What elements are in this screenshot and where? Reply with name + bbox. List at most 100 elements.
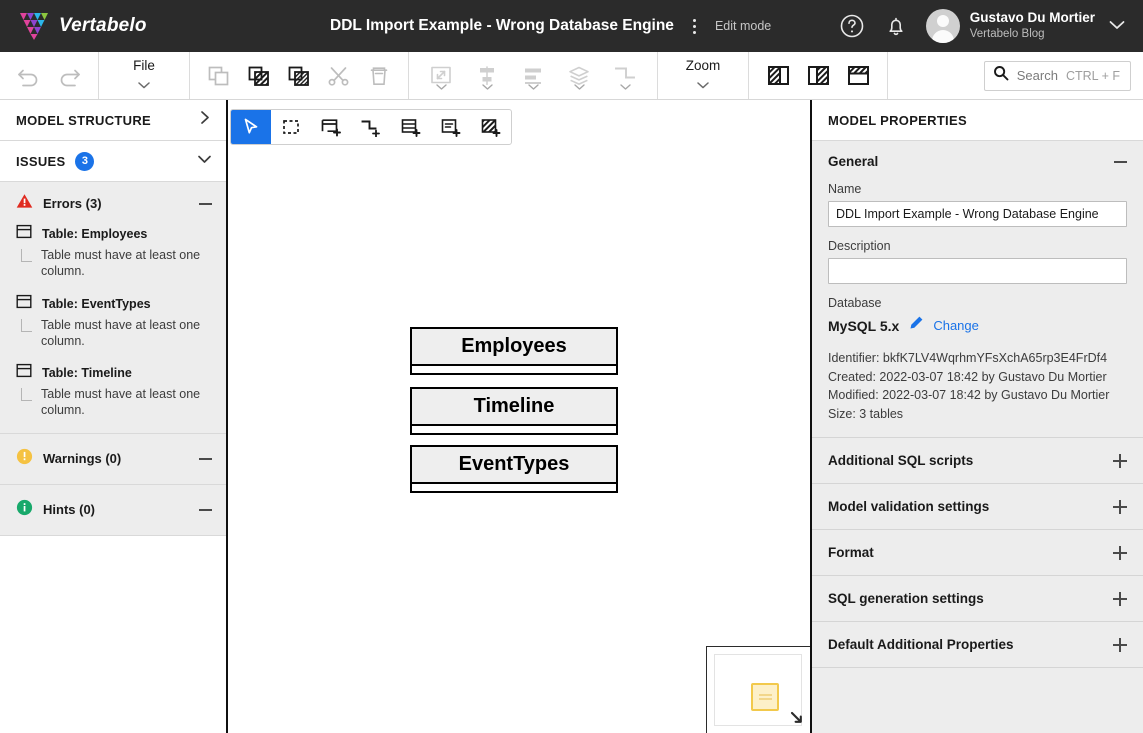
panel-right-icon[interactable] (798, 53, 838, 99)
chevron-down-icon (527, 77, 539, 95)
chevron-right-icon (199, 110, 212, 130)
undo-icon[interactable] (9, 53, 49, 99)
tool-marquee-select[interactable] (271, 110, 311, 144)
align-horizontal-icon[interactable] (510, 53, 556, 99)
list-item[interactable]: Table: EventTypes Table must have at lea… (0, 294, 226, 364)
section-format[interactable]: Format (812, 529, 1143, 575)
section-list-bottom-divider (812, 667, 1143, 668)
section-additional-sql-scripts[interactable]: Additional SQL scripts (812, 437, 1143, 483)
minus-icon[interactable] (199, 508, 212, 511)
table-columns-area (412, 484, 616, 491)
diagram-canvas[interactable]: Employees Timeline EventTypes (228, 100, 810, 733)
section-sql-generation-settings[interactable]: SQL generation settings (812, 575, 1143, 621)
list-item[interactable]: Table: Employees Table must have at leas… (0, 224, 226, 294)
connector-line-icon[interactable] (602, 53, 648, 99)
issue-description-row: Table must have at least one column. (16, 247, 212, 294)
tool-add-table[interactable] (311, 110, 351, 144)
chevron-down-icon (435, 77, 447, 95)
pencil-icon[interactable] (908, 315, 924, 336)
diagram-table-timeline[interactable]: Timeline (410, 387, 618, 435)
brand[interactable]: Vertabelo (0, 11, 330, 41)
vertabelo-logo-icon (18, 11, 50, 41)
minus-icon[interactable] (199, 457, 212, 460)
paste-icon[interactable] (239, 53, 279, 99)
chevron-down-icon[interactable] (1095, 17, 1135, 35)
more-vertical-icon[interactable] (688, 15, 701, 38)
paste-special-icon[interactable] (279, 53, 319, 99)
resize-icon[interactable] (418, 53, 464, 99)
model-identifier: Identifier: bkfK7LV4WqrhmYFsXchA65rp3E4F… (828, 351, 1108, 365)
align-vertical-icon[interactable] (464, 53, 510, 99)
chevron-down-icon (619, 77, 631, 95)
model-structure-label: MODEL STRUCTURE (16, 112, 151, 128)
plus-icon[interactable] (1113, 453, 1127, 468)
warnings-group-label: Warnings (0) (43, 451, 122, 466)
errors-group-header[interactable]: Errors (3) (0, 182, 226, 224)
tree-elbow-icon (21, 388, 32, 401)
chevron-down-icon (197, 152, 212, 170)
warnings-group-header[interactable]: Warnings (0) (0, 434, 226, 484)
list-item[interactable]: Table: Timeline Table must have at least… (0, 363, 226, 433)
resize-arrow-icon[interactable] (789, 710, 804, 730)
section-title: Format (828, 545, 874, 560)
file-menu-button[interactable]: File (108, 53, 180, 99)
tool-add-reference[interactable] (351, 110, 391, 144)
plus-icon[interactable] (1113, 637, 1127, 652)
panel-top-icon[interactable] (838, 53, 878, 99)
issue-description-row: Table must have at least one column. (16, 386, 212, 433)
section-general-title: General (828, 154, 879, 169)
section-general-header[interactable]: General (812, 141, 1143, 182)
sidebar-item-issues[interactable]: ISSUES 3 (0, 141, 226, 182)
database-label: Database (828, 296, 882, 310)
sidebar-item-model-structure[interactable]: MODEL STRUCTURE (0, 100, 226, 141)
hints-group-header[interactable]: Hints (0) (0, 485, 226, 535)
table-name: Employees (461, 335, 567, 357)
section-title: Default Additional Properties (828, 637, 1014, 652)
trash-icon[interactable] (359, 53, 399, 99)
diagram-table-eventtypes[interactable]: EventTypes (410, 445, 618, 493)
tool-select-cursor[interactable] (231, 110, 271, 144)
tree-elbow-icon (21, 249, 32, 262)
issue-title-row[interactable]: Table: Employees (16, 224, 212, 247)
layers-icon[interactable] (556, 53, 602, 99)
issue-description-row: Table must have at least one column. (16, 317, 212, 364)
diagram-table-employees[interactable]: Employees (410, 327, 618, 375)
table-header: EventTypes (412, 447, 616, 484)
section-default-additional-properties[interactable]: Default Additional Properties (812, 621, 1143, 667)
minimap-panel[interactable] (706, 646, 810, 733)
copy-icon[interactable] (199, 53, 239, 99)
bell-icon[interactable] (874, 0, 918, 52)
table-icon (16, 294, 32, 314)
issue-title-row[interactable]: Table: EventTypes (16, 294, 212, 317)
plus-icon[interactable] (1113, 545, 1127, 560)
minus-icon[interactable] (199, 202, 212, 205)
panel-left-icon[interactable] (758, 53, 798, 99)
toolbar-group-search: Search CTRL + F (888, 52, 1143, 99)
table-header: Timeline (412, 389, 616, 426)
top-bar: Vertabelo DDL Import Example - Wrong Dat… (0, 0, 1143, 52)
brand-name: Vertabelo (59, 15, 147, 36)
section-model-validation-settings[interactable]: Model validation settings (812, 483, 1143, 529)
minus-icon[interactable] (1114, 160, 1127, 163)
issue-title: Table: Timeline (42, 366, 132, 380)
plus-icon[interactable] (1113, 591, 1127, 606)
sticky-note-icon (751, 683, 779, 711)
database-value: MySQL 5.x (828, 317, 900, 334)
tool-add-note[interactable] (431, 110, 471, 144)
avatar[interactable] (925, 9, 960, 43)
plus-icon[interactable] (1113, 499, 1127, 514)
redo-icon[interactable] (49, 53, 89, 99)
zoom-menu-button[interactable]: Zoom (667, 53, 739, 99)
change-database-link[interactable]: Change (933, 318, 979, 333)
issue-title-row[interactable]: Table: Timeline (16, 363, 212, 386)
user-info[interactable]: Gustavo Du Mortier Vertabelo Blog (970, 10, 1095, 41)
model-name-field[interactable] (828, 201, 1127, 227)
search-input[interactable]: Search CTRL + F (983, 60, 1131, 91)
model-description-field[interactable] (828, 258, 1127, 284)
tool-add-view[interactable] (391, 110, 431, 144)
help-circle-icon[interactable] (830, 0, 874, 52)
cut-scissors-icon[interactable] (319, 53, 359, 99)
table-columns-area (412, 366, 616, 373)
tool-add-shape[interactable] (471, 110, 511, 144)
